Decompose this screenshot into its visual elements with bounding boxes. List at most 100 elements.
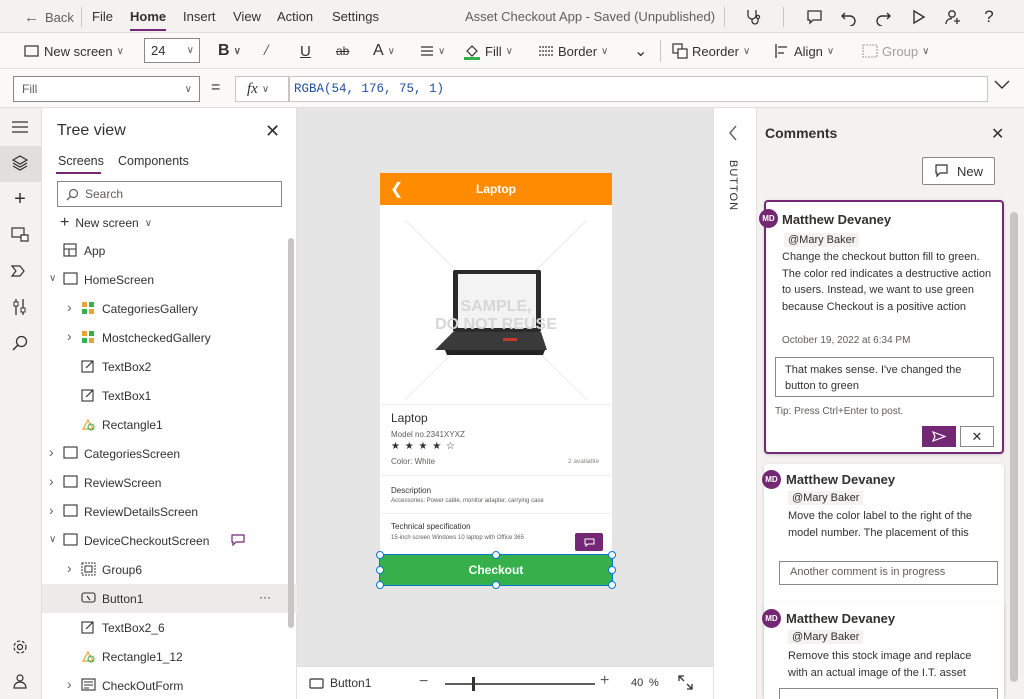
- search-input[interactable]: Search: [57, 181, 282, 207]
- share-user-icon[interactable]: [942, 6, 964, 28]
- help-icon[interactable]: ?: [978, 6, 1000, 28]
- underline-button[interactable]: U: [300, 33, 311, 69]
- undo-icon[interactable]: [837, 6, 859, 28]
- resize-handle[interactable]: [608, 581, 616, 589]
- play-icon[interactable]: [907, 6, 929, 28]
- more-options-chevron[interactable]: ⌄: [634, 33, 647, 69]
- reorder-button[interactable]: Reorder ∨: [672, 33, 750, 69]
- tree-item-group6[interactable]: › Group6: [42, 555, 297, 584]
- resize-handle[interactable]: [608, 566, 616, 574]
- insert-plus-icon[interactable]: +: [9, 188, 31, 210]
- tree-item-textbox2[interactable]: TextBox2: [42, 352, 297, 381]
- align-button[interactable]: Align ∨: [774, 33, 834, 69]
- layers-icon[interactable]: [9, 152, 31, 174]
- resize-handle[interactable]: [492, 581, 500, 589]
- menu-settings[interactable]: Settings: [332, 9, 379, 24]
- reply-input[interactable]: Another comment is in progress: [779, 561, 998, 585]
- tree-item-checkoutform[interactable]: › CheckOutForm: [42, 671, 297, 699]
- comment-icon[interactable]: [803, 6, 825, 28]
- chevron-left-icon[interactable]: [728, 125, 738, 141]
- text-align-button[interactable]: ∨: [420, 33, 445, 69]
- tree-item-categoriesscreen[interactable]: › CategoriesScreen: [42, 439, 297, 468]
- tree-item-rectangle1_12[interactable]: Rectangle1_12: [42, 642, 297, 671]
- comment-thread-active[interactable]: MD Matthew Devaney @Mary Baker Change th…: [759, 200, 1004, 454]
- tab-components[interactable]: Components: [118, 154, 189, 168]
- resize-handle[interactable]: [608, 551, 616, 559]
- send-button[interactable]: [922, 426, 956, 447]
- mention-tag[interactable]: @Mary Baker: [784, 233, 860, 247]
- resize-handle[interactable]: [376, 551, 384, 559]
- mention-tag[interactable]: @Mary Baker: [788, 630, 864, 644]
- tree-item-homescreen[interactable]: ∨ HomeScreen: [42, 265, 297, 294]
- tree-item-rectangle1[interactable]: Rectangle1: [42, 410, 297, 439]
- tree-scrollbar[interactable]: [288, 238, 294, 628]
- font-color-button[interactable]: A ∨: [373, 33, 395, 69]
- tree-item-reviewdetailsscreen[interactable]: › ReviewDetailsScreen: [42, 497, 297, 526]
- font-size-select[interactable]: 24 ∨: [144, 38, 200, 63]
- tree-item-categoriesgallery[interactable]: › CategoriesGallery: [42, 294, 297, 323]
- fit-to-window-icon[interactable]: [678, 675, 693, 690]
- stethoscope-icon[interactable]: [742, 6, 764, 28]
- bold-button[interactable]: B ∨: [218, 33, 241, 69]
- menu-view[interactable]: View: [233, 9, 261, 24]
- italic-button[interactable]: /: [264, 33, 268, 69]
- expand-formula-chevron-icon[interactable]: [994, 80, 1010, 90]
- menu-action[interactable]: Action: [277, 9, 313, 24]
- tree-item-textbox1[interactable]: TextBox1: [42, 381, 297, 410]
- chevron-right-icon[interactable]: ›: [67, 299, 72, 315]
- tree-item-reviewscreen[interactable]: › ReviewScreen: [42, 468, 297, 497]
- close-icon[interactable]: ✕: [265, 121, 280, 142]
- chevron-right-icon[interactable]: ›: [49, 444, 54, 460]
- tab-screens[interactable]: Screens: [58, 154, 104, 168]
- chevron-right-icon[interactable]: ›: [49, 473, 54, 489]
- tree-item-app[interactable]: App: [42, 236, 297, 265]
- menu-insert[interactable]: Insert: [183, 9, 216, 24]
- data-icon[interactable]: [9, 223, 31, 245]
- tree-item-devicecheckoutscreen[interactable]: ∨ DeviceCheckoutScreen: [42, 526, 297, 555]
- chevron-right-icon[interactable]: ›: [67, 328, 72, 344]
- hamburger-menu-icon[interactable]: [9, 116, 31, 138]
- new-screen-link[interactable]: + New screen ∨: [60, 214, 152, 232]
- close-icon[interactable]: ✕: [991, 124, 1004, 144]
- menu-home[interactable]: Home: [130, 9, 167, 31]
- zoom-slider-thumb[interactable]: [472, 677, 475, 691]
- menu-file[interactable]: File: [92, 9, 113, 24]
- tree-item-mostcheckedgallery[interactable]: › MostcheckedGallery: [42, 323, 297, 352]
- comment-marker[interactable]: [575, 533, 603, 551]
- new-screen-button[interactable]: New screen ∨: [24, 33, 124, 69]
- back-button[interactable]: ← Back: [24, 9, 74, 26]
- media-icon[interactable]: [9, 260, 31, 282]
- virtual-agent-icon[interactable]: [9, 670, 31, 692]
- new-comment-button[interactable]: New: [922, 157, 995, 185]
- cancel-button[interactable]: ✕: [960, 426, 994, 447]
- chevron-right-icon[interactable]: ›: [67, 560, 72, 576]
- fill-button[interactable]: Fill ∨: [463, 33, 513, 69]
- tree-item-textbox2_6[interactable]: TextBox2_6: [42, 613, 297, 642]
- mention-tag[interactable]: @Mary Baker: [788, 491, 864, 505]
- zoom-slider-track[interactable]: [445, 683, 595, 685]
- zoom-out-button[interactable]: −: [419, 673, 428, 691]
- border-button[interactable]: Border ∨: [538, 33, 608, 69]
- resize-handle[interactable]: [376, 581, 384, 589]
- tree-item-button1[interactable]: Button1 ···: [42, 584, 297, 613]
- more-options-icon[interactable]: ···: [259, 590, 271, 604]
- chevron-right-icon[interactable]: ›: [67, 676, 72, 692]
- reply-input[interactable]: That makes sense. I've changed the butto…: [775, 357, 994, 397]
- resize-handle[interactable]: [376, 566, 384, 574]
- resize-handle[interactable]: [492, 551, 500, 559]
- chevron-down-icon[interactable]: ∨: [49, 273, 56, 284]
- settings-gear-icon[interactable]: [9, 636, 31, 658]
- property-select[interactable]: Fill ∨: [13, 76, 200, 102]
- comment-thread[interactable]: MD Matthew Devaney @Mary Baker Remove th…: [762, 602, 1004, 699]
- chevron-down-icon[interactable]: ∨: [49, 534, 56, 545]
- comment-indicator-icon[interactable]: [231, 534, 245, 546]
- selected-control-indicator[interactable]: Button1: [309, 676, 371, 690]
- formula-input[interactable]: RGBA(54, 176, 75, 1): [289, 76, 988, 102]
- reply-input[interactable]: [779, 688, 998, 699]
- function-button[interactable]: fx ∨: [235, 76, 289, 102]
- zoom-in-button[interactable]: +: [600, 672, 609, 690]
- redo-icon[interactable]: [872, 6, 894, 28]
- chevron-right-icon[interactable]: ›: [49, 502, 54, 518]
- strikethrough-button[interactable]: ab: [336, 33, 349, 69]
- search-icon[interactable]: [9, 332, 31, 354]
